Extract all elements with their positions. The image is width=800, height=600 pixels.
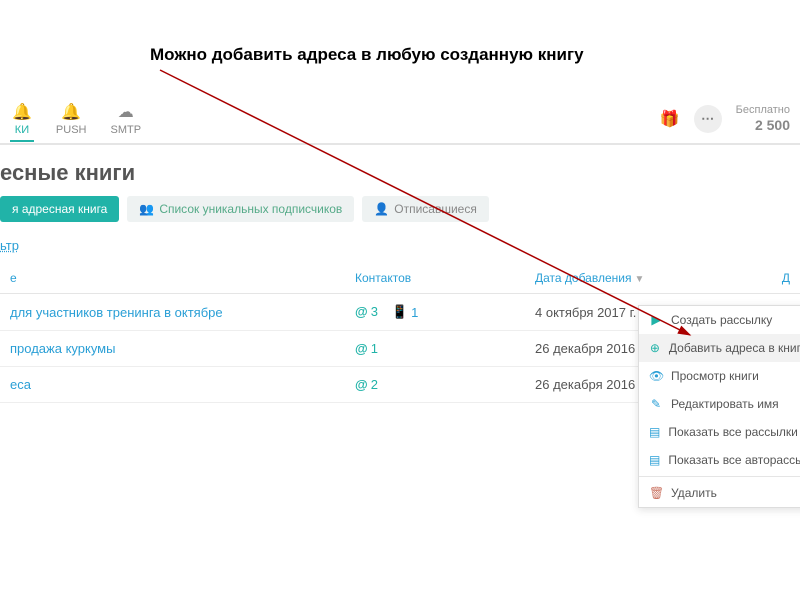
tab-label: PUSH [56, 124, 87, 136]
list-icon: ▤ [649, 453, 660, 467]
menu-edit-name[interactable]: ✎ Редактировать имя [639, 390, 800, 418]
cell-name: для участников тренинга в октябре [0, 294, 345, 331]
button-label: я адресная книга [12, 202, 107, 216]
at-icon: @ [355, 341, 368, 356]
at-icon: @ [355, 377, 368, 392]
annotation-text: Можно добавить адреса в любую созданную … [150, 45, 584, 65]
book-link[interactable]: еса [10, 377, 31, 392]
plan-label: Бесплатно [736, 104, 790, 117]
menu-label: Добавить адреса в книгу [669, 341, 800, 355]
plan-info: Бесплатно 2 500 [736, 104, 790, 134]
trash-icon: 🗑 [649, 486, 663, 500]
button-label: Отписавшиеся [394, 202, 477, 216]
play-icon: ▶ [649, 313, 663, 327]
button-label: Список уникальных подписчиков [159, 202, 342, 216]
menu-divider [639, 476, 800, 477]
menu-label: Редактировать имя [671, 397, 779, 411]
cloud-icon: ☁ [118, 102, 134, 122]
book-link[interactable]: для участников тренинга в октябре [10, 305, 223, 320]
pencil-icon: ✎ [649, 397, 663, 411]
unsubscribed-button[interactable]: 👤 Отписавшиеся [362, 196, 489, 222]
phone-icon: 📱 [392, 304, 408, 320]
menu-delete[interactable]: 🗑 Удалить [639, 479, 800, 507]
row-context-menu: ▶ Создать рассылку ⊕ Добавить адреса в к… [638, 305, 800, 508]
col-actions: Д [772, 263, 800, 294]
eye-icon: 👁 [649, 369, 663, 383]
tab-label: КИ [15, 124, 29, 136]
new-address-book-button[interactable]: я адресная книга [0, 196, 119, 222]
gift-icon[interactable]: 🎁 [660, 109, 680, 129]
menu-show-autocampaigns[interactable]: ▤ Показать все авторассылки п [639, 446, 800, 474]
filter-link[interactable]: ьтр [0, 234, 19, 263]
cell-contacts: @3 📱1 [345, 294, 525, 331]
tab-push[interactable]: 🔔 PUSH [54, 98, 89, 140]
page-title: есные книги [0, 160, 800, 196]
menu-add-addresses[interactable]: ⊕ Добавить адреса в книгу [639, 334, 800, 362]
menu-label: Удалить [671, 486, 717, 500]
tab-smtp[interactable]: ☁ SMTP [108, 98, 143, 140]
sort-down-icon: ▼ [634, 274, 644, 285]
plan-count: 2 500 [736, 117, 790, 134]
menu-view-book[interactable]: 👁 Просмотр книги [639, 362, 800, 390]
menu-create-campaign[interactable]: ▶ Создать рассылку [639, 306, 800, 334]
cell-contacts: @2 [345, 367, 525, 403]
list-icon: ▤ [649, 425, 660, 439]
col-contacts[interactable]: Контактов [345, 263, 525, 294]
menu-label: Создать рассылку [671, 313, 772, 327]
phone-count: 📱1 [392, 304, 418, 320]
unique-subscribers-button[interactable]: 👥 Список уникальных подписчиков [127, 196, 354, 222]
bell-icon: 🔔 [12, 102, 32, 122]
menu-label: Просмотр книги [671, 369, 759, 383]
bell-icon: 🔔 [61, 102, 81, 122]
user-icon: 👤 [374, 202, 389, 216]
users-icon: 👥 [139, 202, 154, 216]
at-icon: @ [355, 304, 368, 319]
book-link[interactable]: продажа куркумы [10, 341, 115, 356]
col-name[interactable]: е [0, 263, 345, 294]
more-menu-button[interactable]: ⋯ [694, 105, 722, 133]
cell-contacts: @1 [345, 331, 525, 367]
plus-circle-icon: ⊕ [649, 341, 661, 355]
menu-label: Показать все рассылки по кн [668, 425, 800, 439]
cell-name: еса [0, 367, 345, 403]
col-date[interactable]: Дата добавления▼ [525, 263, 772, 294]
email-count: @2 [355, 377, 378, 392]
email-count: @3 [355, 304, 378, 319]
tab-label: SMTP [110, 124, 141, 136]
cell-name: продажа куркумы [0, 331, 345, 367]
email-count: @1 [355, 341, 378, 356]
top-navigation: 🔔 КИ 🔔 PUSH ☁ SMTP 🎁 ⋯ Бесплатно 2 500 [0, 95, 800, 145]
menu-label: Показать все авторассылки п [668, 453, 800, 467]
tab-email[interactable]: 🔔 КИ [10, 98, 34, 142]
menu-show-campaigns[interactable]: ▤ Показать все рассылки по кн [639, 418, 800, 446]
